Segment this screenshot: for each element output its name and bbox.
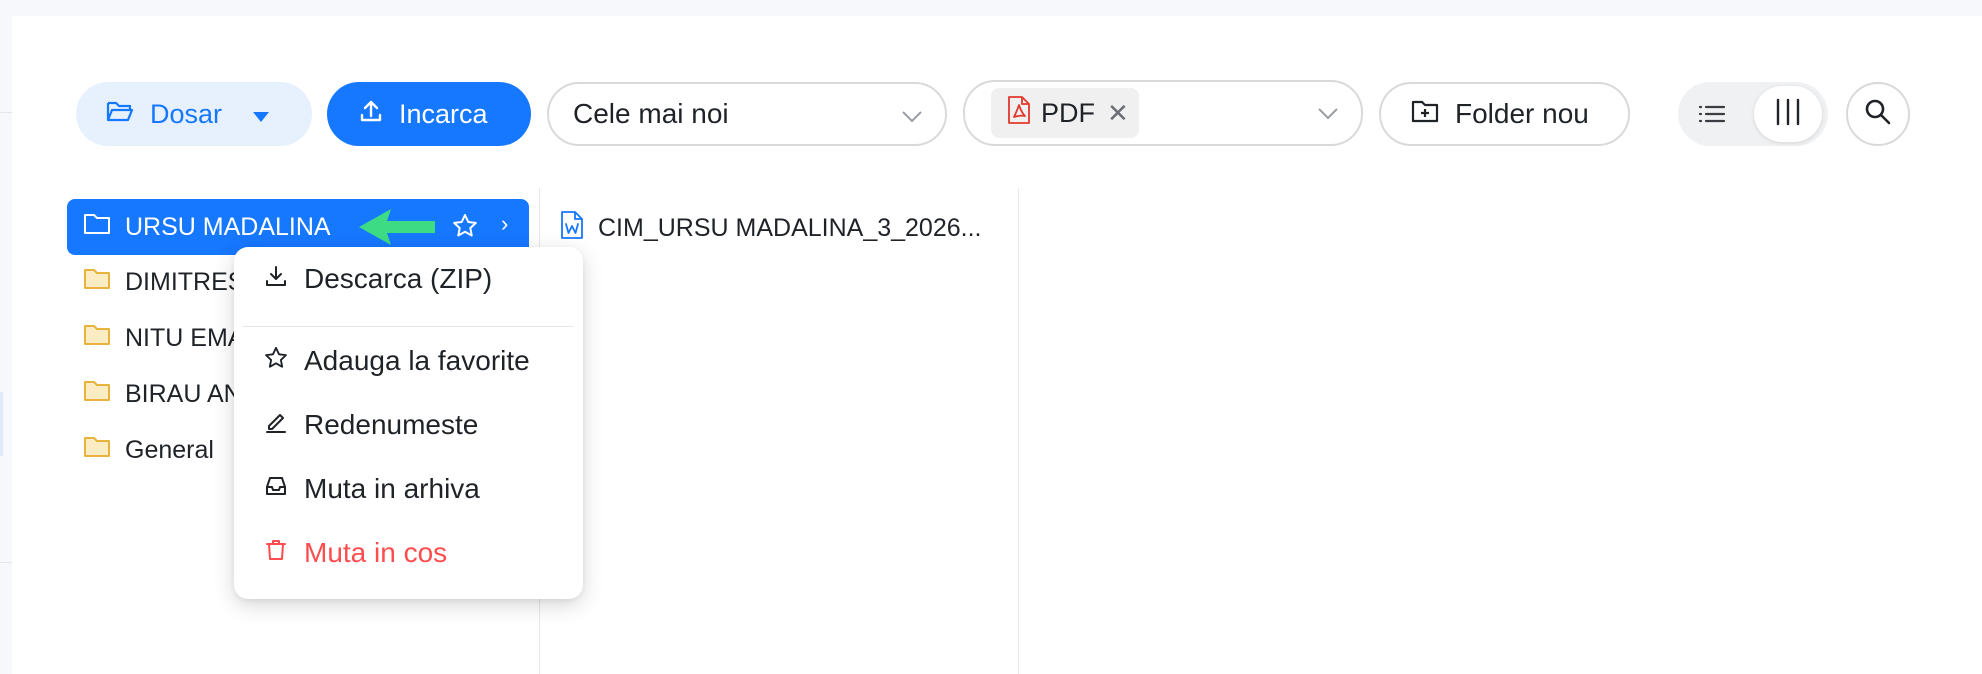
menu-item-label: Muta in arhiva	[304, 473, 480, 504]
file-type-filter[interactable]: PDF ✕	[963, 80, 1363, 146]
left-edge-divider	[0, 112, 12, 113]
menu-item-download-zip[interactable]: Descarca (ZIP)	[234, 251, 583, 307]
file-item[interactable]: CIM_URSU MADALINA_3_2026...	[560, 206, 981, 250]
download-icon	[264, 263, 288, 295]
folder-menu-label: Dosar	[150, 98, 223, 129]
folder-menu-button[interactable]: Dosar	[76, 82, 312, 146]
left-edge-divider	[0, 562, 12, 563]
menu-item-label: Adauga la favorite	[304, 345, 530, 376]
view-mode-toggle	[1678, 82, 1828, 146]
chevron-right-icon[interactable]: ›	[501, 211, 508, 237]
folder-icon	[83, 324, 111, 353]
sort-select-value: Cele mai noi	[573, 98, 729, 129]
filter-tag-label: PDF	[1041, 97, 1095, 128]
menu-divider	[243, 326, 574, 327]
column-view-icon	[1774, 97, 1802, 132]
folder-icon	[83, 268, 111, 297]
open-folder-icon	[106, 99, 134, 130]
menu-item-add-favorite[interactable]: Adauga la favorite	[234, 333, 583, 389]
menu-item-rename[interactable]: Redenumeste	[234, 397, 583, 453]
filter-tag-pdf: PDF ✕	[991, 88, 1139, 138]
word-file-icon	[560, 210, 584, 247]
context-menu: Descarca (ZIP) Adauga la favorite Redenu…	[234, 247, 583, 599]
star-icon[interactable]	[452, 213, 478, 246]
menu-item-move-to-trash[interactable]: Muta in cos	[234, 525, 583, 581]
pdf-file-icon	[1007, 95, 1031, 132]
menu-item-label: Redenumeste	[304, 409, 479, 440]
folder-icon	[83, 436, 111, 465]
search-icon	[1864, 98, 1892, 131]
folder-icon	[83, 380, 111, 409]
caret-down-icon	[252, 99, 270, 130]
upload-button[interactable]: Incarca	[327, 82, 531, 146]
folder-item-label: BIRAU AN	[125, 380, 242, 408]
upload-icon	[359, 99, 383, 130]
star-icon	[264, 345, 288, 377]
folder-item-label: URSU MADALINA	[125, 212, 331, 241]
edit-icon	[264, 409, 288, 441]
archive-icon	[264, 473, 288, 505]
folder-item-label: DIMITRES	[125, 268, 245, 296]
menu-item-label: Descarca (ZIP)	[304, 263, 493, 294]
folder-item-label: General	[125, 436, 214, 464]
list-view-button[interactable]	[1696, 98, 1728, 130]
search-button[interactable]	[1846, 82, 1910, 146]
menu-item-label: Muta in cos	[304, 537, 448, 568]
menu-item-archive[interactable]: Muta in arhiva	[234, 461, 583, 517]
chevron-down-icon	[1317, 102, 1339, 129]
file-item-label: CIM_URSU MADALINA_3_2026...	[598, 213, 982, 242]
sort-select[interactable]: Cele mai noi	[547, 82, 947, 146]
close-icon[interactable]: ✕	[1107, 98, 1129, 129]
folder-item-label: NITU EMA	[125, 324, 245, 352]
folder-plus-icon	[1411, 98, 1439, 130]
left-edge-tab	[0, 392, 3, 456]
new-folder-label: Folder nou	[1455, 98, 1589, 129]
chevron-down-icon	[901, 102, 923, 134]
trash-icon	[264, 537, 288, 569]
folder-icon	[83, 213, 111, 242]
list-view-icon	[1696, 105, 1728, 134]
column-view-button[interactable]	[1754, 86, 1822, 142]
column-divider	[1018, 188, 1019, 674]
upload-label: Incarca	[399, 98, 488, 129]
new-folder-button[interactable]: Folder nou	[1379, 82, 1630, 146]
